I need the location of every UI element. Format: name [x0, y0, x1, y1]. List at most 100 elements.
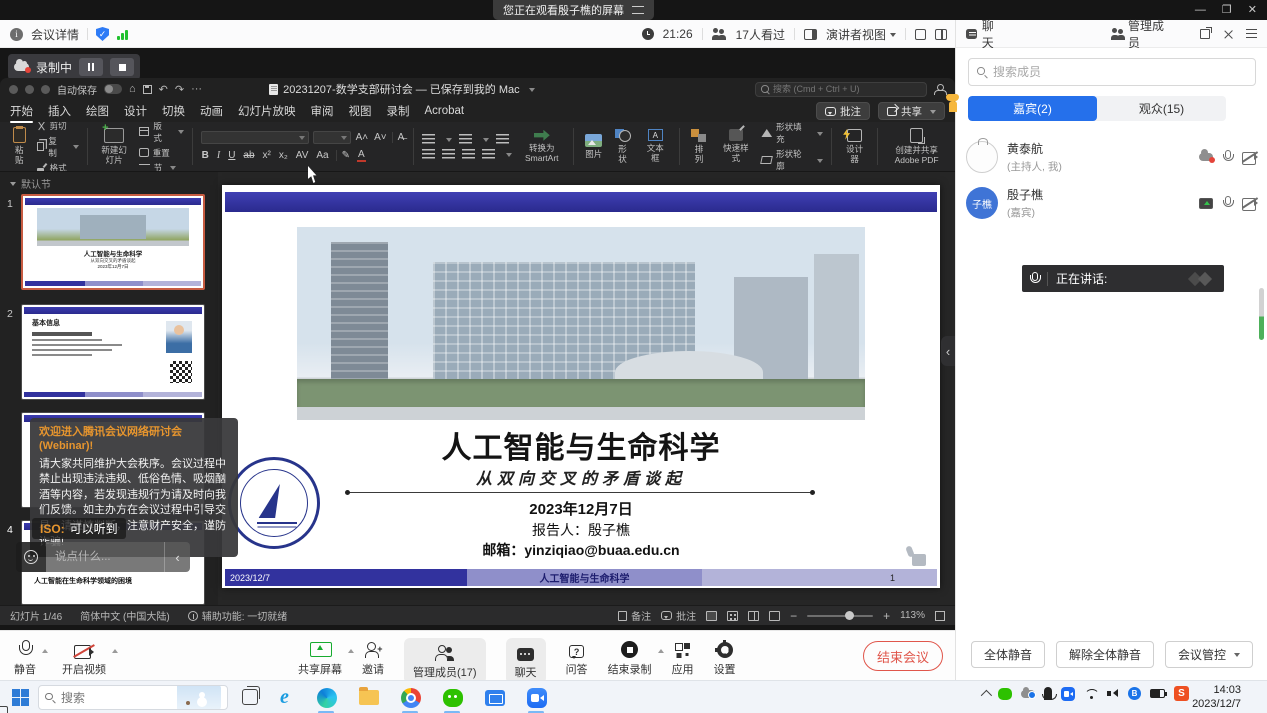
popout-panel-icon[interactable] — [1200, 29, 1210, 39]
battery-icon[interactable] — [1150, 689, 1165, 698]
fit-slide-icon[interactable] — [935, 611, 945, 621]
char-spacing-button[interactable]: AV — [295, 150, 310, 161]
tab-acrobat[interactable]: Acrobat — [425, 105, 465, 117]
thumbs-up-icon[interactable] — [904, 546, 926, 566]
justify-icon[interactable] — [482, 149, 495, 159]
textbox-button[interactable]: A 文本框 — [640, 126, 671, 167]
meeting-control-button[interactable]: 会议管控 — [1165, 641, 1253, 668]
tray-wechat-icon[interactable] — [998, 688, 1012, 700]
italic-button[interactable]: I — [216, 150, 221, 161]
slide-counter[interactable]: 幻灯片 1/46 — [10, 608, 62, 623]
strikethrough-button[interactable]: ab — [242, 150, 255, 161]
edge-icon[interactable] — [314, 685, 339, 710]
section-button[interactable]: 节 — [139, 162, 184, 173]
chrome-icon[interactable] — [398, 685, 423, 710]
toggle-panel-icon[interactable] — [935, 29, 947, 40]
fullscreen-icon[interactable] — [915, 29, 926, 40]
end-meeting-button[interactable]: 结束会议 — [863, 641, 943, 671]
search-highlight-snowman-image[interactable] — [177, 685, 221, 710]
tab-chat[interactable]: 聊天 — [966, 17, 1002, 51]
shrink-font-button[interactable]: A˅ — [373, 132, 388, 143]
close-panel-icon[interactable] — [1224, 29, 1232, 39]
ppt-comments-button[interactable]: 批注 — [816, 102, 870, 120]
file-explorer-icon[interactable] — [356, 685, 381, 710]
superscript-button[interactable]: x² — [262, 150, 272, 161]
mic-icon[interactable] — [1223, 150, 1232, 164]
underline-button[interactable]: U — [227, 150, 236, 161]
notes-button[interactable]: 备注 — [618, 608, 651, 623]
ppt-search-box[interactable] — [755, 82, 927, 97]
comments-button[interactable]: 批注 — [661, 608, 696, 623]
manage-members-button[interactable]: 管理成员(17) — [404, 638, 486, 684]
arrange-button[interactable]: 排列 — [688, 126, 711, 167]
tab-home[interactable]: 开始 — [10, 103, 33, 119]
picture-button[interactable]: 图片 — [582, 126, 605, 167]
notification-center-icon[interactable] — [0, 706, 8, 713]
tencent-meeting-icon[interactable] — [524, 685, 549, 710]
meeting-details-link[interactable]: 会议详情 — [31, 26, 79, 43]
stop-recording-button[interactable] — [110, 58, 134, 76]
network-signal-icon[interactable] — [117, 29, 128, 40]
tray-cloud-icon[interactable] — [1021, 690, 1035, 698]
collapse-chat-button[interactable]: ‹ — [164, 542, 190, 572]
slide-thumbnail-2[interactable]: 基本信息 — [21, 304, 205, 400]
ppt-search-input[interactable] — [773, 84, 913, 94]
shape-fill-button[interactable]: 形状填充 — [761, 122, 822, 145]
reset-button[interactable]: 重置 — [139, 147, 184, 159]
slideshow-button[interactable] — [769, 611, 780, 621]
watching-banner[interactable]: 您正在观看殷子樵的屏幕 — [493, 0, 654, 20]
wechat-icon[interactable] — [440, 685, 465, 710]
font-family-select[interactable] — [201, 131, 309, 144]
internet-explorer-icon[interactable]: e — [272, 685, 297, 710]
subscript-button[interactable]: x₂ — [278, 150, 289, 161]
slide-canvas[interactable]: 人工智能与生命科学 从双向交叉的矛盾谈起 2023年12月7日 报告人：殷子樵 … — [222, 185, 940, 588]
tab-manage-members[interactable]: 管理成员 — [1111, 17, 1168, 51]
screen-cast-icon[interactable] — [482, 685, 507, 710]
zoom-out-button[interactable]: − — [790, 609, 797, 623]
shape-outline-button[interactable]: 形状轮廓 — [761, 148, 822, 172]
mic-icon[interactable] — [1223, 196, 1232, 210]
copy-button[interactable]: 复制 — [37, 135, 79, 159]
start-button[interactable] — [12, 689, 29, 706]
undo-icon[interactable]: ↶ — [159, 83, 168, 96]
tray-mic-icon[interactable] — [1044, 687, 1052, 700]
mac-minimize-icon[interactable] — [25, 85, 34, 94]
language-status[interactable]: 简体中文 (中国大陆) — [80, 608, 169, 623]
close-button[interactable]: ✕ — [1248, 3, 1257, 16]
tab-slideshow[interactable]: 幻灯片放映 — [238, 103, 296, 119]
home-icon[interactable]: ⌂ — [129, 83, 136, 95]
tab-audience[interactable]: 观众(15) — [1097, 96, 1226, 121]
normal-view-button[interactable] — [706, 611, 717, 621]
shapes-button[interactable]: 形状 — [611, 126, 634, 167]
change-case-button[interactable]: Aa — [315, 150, 329, 161]
more-icon[interactable]: ··· — [191, 83, 202, 95]
autosave-toggle[interactable] — [104, 84, 122, 94]
designer-button[interactable]: 设计器 — [840, 126, 869, 167]
mute-all-button[interactable]: 全体静音 — [971, 641, 1045, 668]
emoji-button[interactable] — [16, 542, 46, 572]
start-video-button[interactable]: 开启视频 — [62, 638, 106, 677]
mac-zoom-icon[interactable] — [41, 85, 50, 94]
reading-view-button[interactable] — [748, 611, 759, 621]
section-header[interactable]: 默认节 — [0, 172, 218, 193]
zoom-in-button[interactable]: + — [883, 609, 890, 623]
tab-animations[interactable]: 动画 — [200, 103, 223, 119]
redo-icon[interactable]: ↷ — [175, 83, 184, 96]
format-painter-button[interactable]: 格式 — [37, 162, 79, 173]
camera-off-icon[interactable] — [1242, 152, 1258, 163]
chat-message-input[interactable] — [46, 542, 164, 572]
font-color-button[interactable]: A — [357, 149, 366, 162]
mac-close-icon[interactable] — [9, 85, 18, 94]
maximize-button[interactable]: ❐ — [1222, 3, 1232, 16]
bluetooth-icon[interactable]: B — [1128, 687, 1141, 700]
tab-design[interactable]: 设计 — [124, 103, 147, 119]
align-center-icon[interactable] — [442, 149, 455, 159]
tab-draw[interactable]: 绘图 — [86, 103, 109, 119]
clear-format-button[interactable]: A̶ — [392, 132, 406, 143]
bullets-icon[interactable] — [422, 134, 435, 144]
adobe-pdf-button[interactable]: 创建并共享 Adobe PDF — [886, 126, 947, 167]
align-left-icon[interactable] — [422, 149, 435, 159]
unmute-all-button[interactable]: 解除全体静音 — [1056, 641, 1154, 668]
tab-view[interactable]: 视图 — [349, 103, 372, 119]
apps-button[interactable]: 应用 — [672, 638, 694, 677]
